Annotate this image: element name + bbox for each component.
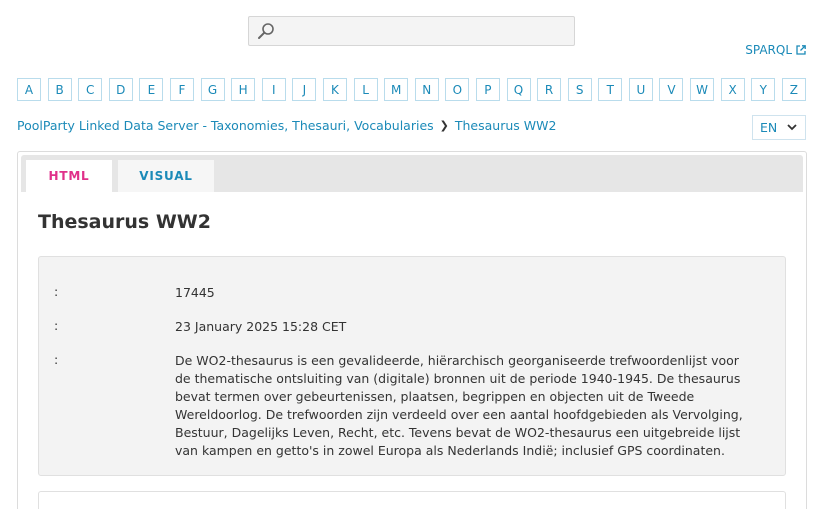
alphabet-letter-x[interactable]: X — [720, 78, 745, 101]
property-value: 17445 — [175, 285, 215, 300]
alphabet-index: ABCDEFGHIJKLMNOPQRSTUVWXYZ — [17, 78, 806, 101]
alphabet-letter-s[interactable]: S — [567, 78, 592, 101]
property-key: : — [54, 284, 59, 299]
alphabet-letter-f[interactable]: F — [169, 78, 194, 101]
property-value: De WO2-thesaurus is een gevalideerde, hi… — [175, 353, 743, 458]
alphabet-letter-l[interactable]: L — [353, 78, 378, 101]
chevron-down-icon — [787, 124, 797, 131]
alphabet-letter-m[interactable]: M — [384, 78, 409, 101]
alphabet-letter-t[interactable]: T — [598, 78, 623, 101]
alphabet-letter-z[interactable]: Z — [781, 78, 806, 101]
alphabet-letter-o[interactable]: O — [445, 78, 470, 101]
sparql-label: SPARQL — [745, 43, 792, 57]
alphabet-letter-y[interactable]: Y — [751, 78, 776, 101]
alphabet-letter-k[interactable]: K — [322, 78, 347, 101]
property-key: : — [54, 318, 59, 333]
alphabet-letter-e[interactable]: E — [139, 78, 164, 101]
alphabet-letter-r[interactable]: R — [537, 78, 562, 101]
breadcrumb-root-link[interactable]: PoolParty Linked Data Server - Taxonomie… — [17, 118, 434, 133]
alphabet-letter-v[interactable]: V — [659, 78, 684, 101]
tab-html[interactable]: HTML — [26, 160, 112, 192]
property-value: 23 January 2025 15:28 CET — [175, 319, 347, 334]
page-title: Thesaurus WW2 — [38, 211, 211, 233]
content-panel: HTML VISUAL Thesaurus WW2 : 17445 : 23 J… — [17, 151, 807, 509]
alphabet-letter-q[interactable]: Q — [506, 78, 531, 101]
alphabet-letter-d[interactable]: D — [108, 78, 133, 101]
tab-visual[interactable]: VISUAL — [118, 160, 214, 192]
search-input[interactable] — [248, 16, 575, 46]
sparql-link[interactable]: SPARQL — [745, 43, 806, 57]
alphabet-letter-u[interactable]: U — [628, 78, 653, 101]
search-icon — [258, 23, 274, 39]
secondary-card — [38, 491, 786, 509]
alphabet-letter-c[interactable]: C — [78, 78, 103, 101]
alphabet-letter-a[interactable]: A — [17, 78, 41, 101]
properties-card: : 17445 : 23 January 2025 15:28 CET : De… — [38, 256, 786, 476]
alphabet-letter-b[interactable]: B — [47, 78, 72, 101]
alphabet-letter-g[interactable]: G — [200, 78, 225, 101]
alphabet-letter-h[interactable]: H — [231, 78, 256, 101]
breadcrumb: PoolParty Linked Data Server - Taxonomie… — [17, 118, 556, 133]
breadcrumb-current-link[interactable]: Thesaurus WW2 — [455, 118, 557, 133]
chevron-right-icon: ❯ — [439, 119, 449, 132]
alphabet-letter-w[interactable]: W — [690, 78, 715, 101]
alphabet-letter-i[interactable]: I — [261, 78, 286, 101]
alphabet-letter-j[interactable]: J — [292, 78, 317, 101]
language-select[interactable]: EN — [752, 115, 806, 140]
alphabet-letter-p[interactable]: P — [475, 78, 500, 101]
property-key: : — [54, 352, 59, 367]
tab-strip: HTML VISUAL — [21, 155, 803, 192]
language-selected: EN — [760, 120, 778, 135]
external-link-icon — [796, 45, 806, 55]
alphabet-letter-n[interactable]: N — [414, 78, 439, 101]
